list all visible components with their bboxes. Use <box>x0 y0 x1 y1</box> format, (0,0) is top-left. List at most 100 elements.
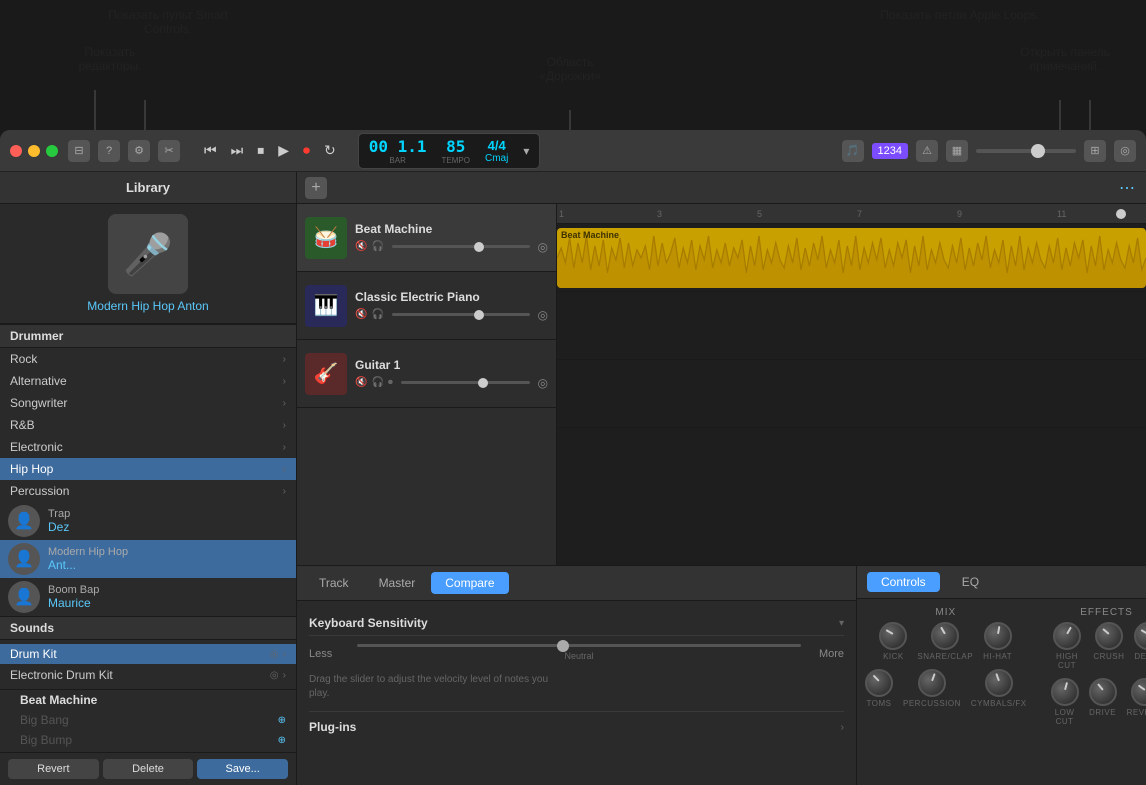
headphone-icon[interactable]: 🎧 <box>371 309 383 320</box>
rewind-button[interactable]: ⏮ <box>200 140 221 161</box>
kit-drum[interactable]: Drum Kit ◎ › <box>0 644 296 664</box>
sound-beat-machine[interactable]: Beat Machine <box>0 690 296 710</box>
percussion-label: PERCUSSION <box>903 699 961 708</box>
window-controls[interactable] <box>10 145 58 157</box>
track-controls-guitar: 🔇 🎧 ⏺ ◎ <box>355 376 548 390</box>
toms-knob[interactable] <box>865 669 893 697</box>
category-rock[interactable]: Rock › <box>0 348 296 370</box>
save-button[interactable]: Save... <box>197 759 288 779</box>
track-fader-beat[interactable] <box>392 245 530 248</box>
mute-icon[interactable]: 🔇 <box>355 377 367 388</box>
cycle-button[interactable]: ↻ <box>320 140 340 161</box>
keyboard-sensitivity-section: Keyboard Sensitivity ▾ Less Neutral <box>309 611 844 701</box>
tab-compare[interactable]: Compare <box>431 572 508 594</box>
keyboard-sensitivity-slider[interactable]: Neutral <box>357 644 801 647</box>
drummer-trap[interactable]: 👤 Trap Dez <box>0 502 296 540</box>
category-electronic[interactable]: Electronic › <box>0 436 296 458</box>
tab-track[interactable]: Track <box>305 572 363 594</box>
mixer-content: MIX KICK <box>857 599 1146 785</box>
effects-row-2: LOW CUT DRIVE REVERB <box>1051 678 1146 726</box>
delay-knob[interactable] <box>1134 622 1146 650</box>
help-icon[interactable]: ? <box>98 140 120 162</box>
section-header-sensitivity[interactable]: Keyboard Sensitivity ▾ <box>309 611 844 636</box>
download-icon[interactable]: ⊕ <box>278 735 286 746</box>
high-cut-knob[interactable] <box>1053 622 1081 650</box>
track-thumb-guitar: 🎸 <box>305 353 347 395</box>
mixer-tab-eq[interactable]: EQ <box>948 572 993 592</box>
close-button[interactable] <box>10 145 22 157</box>
warning-icon[interactable]: ⚠ <box>916 140 938 162</box>
loops-icon[interactable]: ◎ <box>1114 140 1136 162</box>
track-guitar[interactable]: 🎸 Guitar 1 🔇 🎧 ⏺ ◎ <box>297 340 556 408</box>
piano-row[interactable] <box>557 292 1146 360</box>
scissors-icon[interactable]: ✂ <box>158 140 180 162</box>
kick-knob[interactable] <box>879 622 907 650</box>
crush-label: CRUSH <box>1093 652 1124 661</box>
low-cut-knob[interactable] <box>1051 678 1079 706</box>
maximize-button[interactable] <box>46 145 58 157</box>
plugins-row[interactable]: Plug-ins › <box>309 711 844 742</box>
sound-big-bang[interactable]: Big Bang ⊕ <box>0 710 296 730</box>
revert-button[interactable]: Revert <box>8 759 99 779</box>
drive-knob[interactable] <box>1089 678 1117 706</box>
track-electric-piano[interactable]: 🎹 Classic Electric Piano 🔇 🎧 ◎ <box>297 272 556 340</box>
add-track-button[interactable]: + <box>305 177 327 199</box>
library-icon[interactable]: ⊟ <box>68 140 90 162</box>
download-icon[interactable]: ⊕ <box>278 715 286 726</box>
crush-knob[interactable] <box>1095 622 1123 650</box>
record-button[interactable]: ⏺ <box>299 140 314 161</box>
fast-forward-button[interactable]: ⏭ <box>227 140 248 161</box>
time-display[interactable]: 00 1.1 BAR 85 TEMPO 4/4 Cmaj ▾ <box>358 133 541 169</box>
output-icon[interactable]: ◎ <box>538 308 548 322</box>
category-percussion[interactable]: Percussion › <box>0 480 296 502</box>
delete-button[interactable]: Delete <box>103 759 194 779</box>
smart-controls-icon[interactable]: ⚙ <box>128 140 150 162</box>
category-songwriter[interactable]: Songwriter › <box>0 392 296 414</box>
tab-master[interactable]: Master <box>365 572 430 594</box>
bar-value: 00 1.1 <box>369 137 427 156</box>
category-rnb[interactable]: R&B › <box>0 414 296 436</box>
bottom-panel: Track Master Compare Keyboard Sensitivit… <box>297 565 1146 785</box>
hihat-knob[interactable] <box>984 622 1012 650</box>
drummer-hiphop[interactable]: 👤 Modern Hip Hop Ant... <box>0 540 296 578</box>
sounds-list: Beat Machine Big Bang ⊕ Big Bump ⊕ Big R… <box>0 690 296 752</box>
cpu-icon[interactable]: ▦ <box>946 140 968 162</box>
mute-icon[interactable]: 🔇 <box>355 309 367 320</box>
category-alternative[interactable]: Alternative › <box>0 370 296 392</box>
kit-electronic[interactable]: Electronic Drum Kit ◎ › <box>0 665 296 685</box>
chevron-icon: › <box>283 442 286 453</box>
play-button[interactable]: ▶ <box>274 140 293 161</box>
hihat-label: HI-HAT <box>983 652 1012 661</box>
master-volume[interactable] <box>976 149 1076 153</box>
track-fader-guitar[interactable] <box>401 381 530 384</box>
snare-knob[interactable] <box>931 622 959 650</box>
minimize-button[interactable] <box>28 145 40 157</box>
grid-icon[interactable]: ⊞ <box>1084 140 1106 162</box>
fader-knob <box>474 242 484 252</box>
output-icon[interactable]: ◎ <box>538 240 548 254</box>
guitar-row[interactable] <box>557 360 1146 428</box>
drive-label: DRIVE <box>1089 708 1116 717</box>
stop-button[interactable]: ⏹ <box>253 140 268 161</box>
time-sig-dropdown[interactable]: ▾ <box>523 144 529 158</box>
output-icon[interactable]: ◎ <box>538 376 548 390</box>
category-hiphop[interactable]: Hip Hop › <box>0 458 296 480</box>
headphone-icon[interactable]: 🎧 <box>371 241 383 252</box>
tuner-icon[interactable]: 🎵 <box>842 140 864 162</box>
mixer-tab-controls[interactable]: Controls <box>867 572 940 592</box>
sound-big-bump[interactable]: Big Bump ⊕ <box>0 730 296 750</box>
record-enable-icon[interactable]: ⏺ <box>388 377 393 388</box>
track-beat-machine[interactable]: 🥁 Beat Machine 🔇 🎧 ◎ <box>297 204 556 272</box>
beat-machine-row[interactable]: Beat Machine // Generate waveform-like p… <box>557 224 1146 292</box>
mute-icon[interactable]: 🔇 <box>355 241 367 252</box>
reverb-knob[interactable] <box>1131 678 1146 706</box>
headphone-icon[interactable]: 🎧 <box>371 377 383 388</box>
knob-toms: TOMS <box>865 669 893 708</box>
sounds-kits: Drum Kit ◎ › Electronic Drum Kit ◎ › <box>0 640 296 690</box>
drummer-boombap[interactable]: 👤 Boom Bap Maurice <box>0 578 296 616</box>
cymbals-knob[interactable] <box>985 669 1013 697</box>
track-fader-piano[interactable] <box>392 313 530 316</box>
percussion-knob[interactable] <box>918 669 946 697</box>
beat-machine-clip[interactable]: Beat Machine // Generate waveform-like p… <box>557 228 1146 288</box>
track-options-icon[interactable]: ⋯ <box>1116 177 1138 199</box>
